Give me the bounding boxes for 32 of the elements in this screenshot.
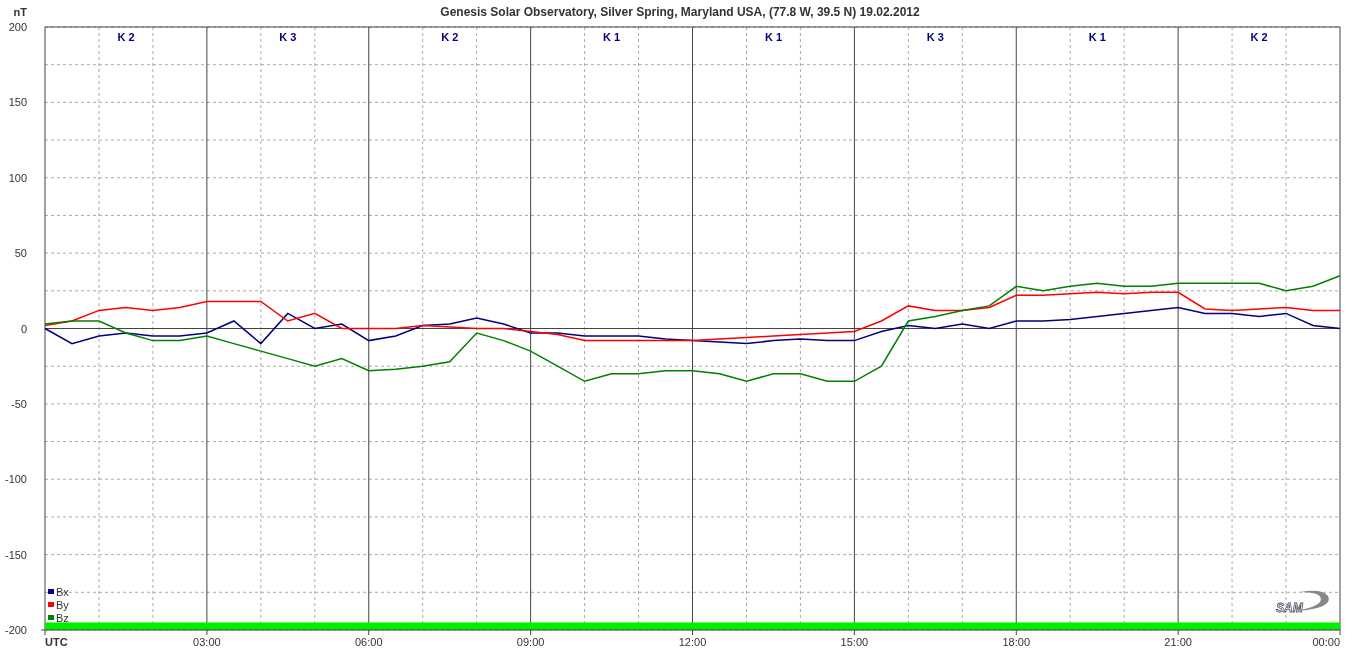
x-tick-label: 00:00 <box>1312 636 1340 648</box>
x-tick-label: 18:00 <box>1002 636 1030 648</box>
x-tick-label: 12:00 <box>678 636 707 648</box>
legend-label: By <box>56 599 69 611</box>
y-tick-label: -50 <box>11 397 27 410</box>
y-axis-label: nT <box>13 6 27 18</box>
y-tick-label: -100 <box>4 473 27 486</box>
k-index-label: K 2 <box>1250 31 1268 43</box>
k-index-label: K 3 <box>279 31 297 43</box>
x-tick-label: 21:00 <box>1164 636 1192 648</box>
x-tick-label: 06:00 <box>355 636 383 648</box>
k-index-label: K 3 <box>926 31 944 43</box>
x-tick-label: UTC <box>45 636 68 648</box>
y-tick-label: 200 <box>8 21 27 33</box>
k-index-label: K 1 <box>764 31 782 43</box>
k-index-label: K 2 <box>117 31 135 43</box>
y-tick-label: -150 <box>4 548 27 561</box>
logo: SAM <box>1276 590 1329 615</box>
y-tick-label: -200 <box>4 624 27 636</box>
chart-title: Genesis Solar Observatory, Silver Spring, Maryland USA, (77.8 W, 39.5 N) 19.02.2012 <box>440 5 920 19</box>
y-tick-label: 0 <box>20 322 27 335</box>
k-index-label: K 2 <box>441 31 459 43</box>
y-tick-label: 50 <box>14 247 27 260</box>
x-tick-label: 09:00 <box>516 636 545 648</box>
legend-label: Bx <box>56 586 69 598</box>
y-tick-label: 100 <box>8 171 27 184</box>
x-tick-label: 03:00 <box>193 636 221 648</box>
x-tick-label: 15:00 <box>840 636 869 648</box>
y-tick-label: 150 <box>8 96 27 109</box>
legend-label: Bz <box>56 612 69 624</box>
k-index-label: K 1 <box>1088 31 1106 43</box>
k-index-label: K 1 <box>603 31 621 43</box>
